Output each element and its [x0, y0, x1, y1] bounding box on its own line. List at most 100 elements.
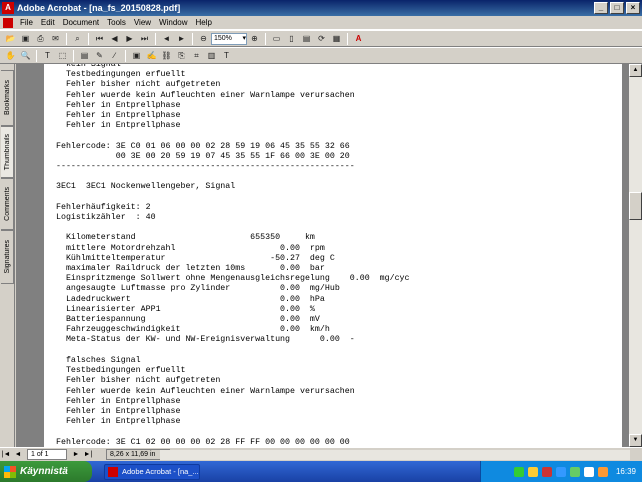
view-options-icon[interactable]: ▦	[330, 32, 343, 45]
taskbar-acrobat-button[interactable]: Adobe Acrobat - [na_...	[104, 463, 200, 480]
document-line: Batteriespannung 0.00 mV	[56, 315, 320, 325]
document-line: ----------------------------------------…	[56, 162, 355, 172]
scroll-thumb[interactable]	[629, 192, 642, 220]
tab-signatures[interactable]: Signatures	[1, 230, 14, 284]
fit-page-icon[interactable]: ▯	[285, 32, 298, 45]
document-line: Testbedingungen erfuellt	[56, 70, 186, 80]
document-line: Fehler in Entprellphase	[56, 100, 181, 110]
navigation-pane-tabs: Bookmarks Thumbnails Comments Signatures	[0, 64, 15, 447]
crop-icon[interactable]: ⌗	[190, 49, 203, 62]
clock: 16:39	[615, 467, 636, 476]
document-line: Fehler in Entprellphase	[56, 396, 181, 406]
highlighter-icon[interactable]: ∕	[108, 49, 121, 62]
document-line: Kühlmitteltemperatur -50.27 deg C	[56, 253, 335, 263]
toolbar-separator	[66, 32, 67, 45]
tab-bookmarks[interactable]: Bookmarks	[1, 70, 14, 126]
tray-icon[interactable]	[513, 466, 524, 477]
tray-icon[interactable]	[527, 466, 538, 477]
menu-tools[interactable]: Tools	[103, 18, 130, 27]
document-line: Fehlerhäufigkeit: 2	[56, 202, 151, 212]
last-page-icon[interactable]: ⏭	[138, 32, 151, 45]
horizontal-scrollbar[interactable]	[160, 450, 630, 460]
tab-thumbnails[interactable]: Thumbnails	[1, 126, 14, 178]
note-tool-icon[interactable]: ▤	[78, 49, 91, 62]
document-text: kein Signal Testbedingungen erfuellt Feh…	[44, 64, 410, 447]
tray-icon[interactable]	[597, 466, 608, 477]
email-icon[interactable]: ✉	[49, 32, 62, 45]
menu-file[interactable]: File	[16, 18, 37, 27]
last-page-nav-icon[interactable]: ►|	[83, 450, 93, 460]
go-back-icon[interactable]: ◄	[160, 32, 173, 45]
menu-bar: File Edit Document Tools View Window Hel…	[0, 16, 642, 30]
search-icon[interactable]: ⌕	[71, 32, 84, 45]
article-icon[interactable]: ▥	[205, 49, 218, 62]
signature-icon[interactable]: ✍	[145, 49, 158, 62]
pencil-icon[interactable]: ✎	[93, 49, 106, 62]
first-page-nav-icon[interactable]: |◄	[1, 450, 11, 460]
document-line: Kilometerstand 655350 km	[56, 233, 315, 243]
maximize-button[interactable]: □	[610, 2, 624, 14]
document-icon[interactable]	[3, 17, 13, 28]
touchup-text-icon[interactable]: T	[220, 49, 233, 62]
page-number-field[interactable]: 1 of 1	[27, 449, 67, 460]
link-tool-icon[interactable]: ⛓	[160, 49, 173, 62]
first-page-icon[interactable]: ⏮	[93, 32, 106, 45]
tab-thumbnails-label: Thumbnails	[3, 133, 11, 171]
zoom-out-icon[interactable]: ⊖	[197, 32, 210, 45]
hand-tool-icon[interactable]: ✋	[4, 49, 17, 62]
prev-page-nav-icon[interactable]: ◄	[13, 450, 23, 460]
menu-help[interactable]: Help	[192, 18, 216, 27]
minimize-button[interactable]: _	[594, 2, 608, 14]
zoom-select[interactable]: 150% ▾	[211, 32, 247, 45]
document-line: Fehler in Entprellphase	[56, 406, 181, 416]
windows-logo-icon	[4, 465, 16, 478]
scroll-up-button[interactable]: ▲	[629, 64, 642, 77]
tab-comments-label: Comments	[3, 187, 11, 221]
start-button[interactable]: Käynnistä	[0, 461, 92, 482]
menu-view[interactable]: View	[130, 18, 155, 27]
toolbar-separator	[125, 49, 126, 62]
fit-width-icon[interactable]: ▤	[300, 32, 313, 45]
attach-icon[interactable]: ⎘	[175, 49, 188, 62]
tray-icon[interactable]	[569, 466, 580, 477]
save-icon[interactable]: ▣	[19, 32, 32, 45]
open-icon[interactable]: 📂	[4, 32, 17, 45]
document-pane[interactable]: kein Signal Testbedingungen erfuellt Feh…	[16, 64, 628, 447]
scroll-down-button[interactable]: ▼	[629, 434, 642, 447]
document-line: Fehler wuerde kein Aufleuchten einer War…	[56, 386, 355, 396]
text-select-icon[interactable]: T	[41, 49, 54, 62]
menu-window[interactable]: Window	[155, 18, 191, 27]
toolbar-separator	[265, 32, 266, 45]
next-page-nav-icon[interactable]: ►	[71, 450, 81, 460]
menu-edit[interactable]: Edit	[37, 18, 59, 27]
toolbar-separator	[155, 32, 156, 45]
document-line: Fehler in Entprellphase	[56, 417, 181, 427]
go-forward-icon[interactable]: ►	[175, 32, 188, 45]
close-button[interactable]: ×	[626, 2, 640, 14]
document-line: Fehler in Entprellphase	[56, 111, 181, 121]
tab-comments[interactable]: Comments	[1, 178, 14, 230]
graphics-select-icon[interactable]: ⬚	[56, 49, 69, 62]
zoom-value: 150%	[214, 34, 232, 42]
tray-icon[interactable]	[541, 466, 552, 477]
taskbar-task-label: Adobe Acrobat - [na_...	[122, 467, 199, 476]
form-tool-icon[interactable]: ▣	[130, 49, 143, 62]
vertical-scrollbar[interactable]: ▲ ▼	[628, 64, 642, 447]
menu-document[interactable]: Document	[59, 18, 103, 27]
rotate-icon[interactable]: ⟳	[315, 32, 328, 45]
tray-icon[interactable]	[555, 466, 566, 477]
speaker-icon[interactable]	[583, 466, 594, 477]
print-icon[interactable]: ⎙	[34, 32, 47, 45]
adobe-logo-icon[interactable]: A	[352, 32, 365, 45]
zoom-in-icon[interactable]: ⊕	[248, 32, 261, 45]
zoom-tool-icon[interactable]: 🔍	[19, 49, 32, 62]
actual-size-icon[interactable]: ▭	[270, 32, 283, 45]
previous-page-icon[interactable]: ◀	[108, 32, 121, 45]
next-page-icon[interactable]: ▶	[123, 32, 136, 45]
document-line: maximaler Raildruck der letzten 10ms 0.0…	[56, 264, 325, 274]
pdf-page[interactable]: kein Signal Testbedingungen erfuellt Feh…	[44, 64, 622, 447]
document-line: Fehler bisher nicht aufgetreten	[56, 80, 221, 90]
